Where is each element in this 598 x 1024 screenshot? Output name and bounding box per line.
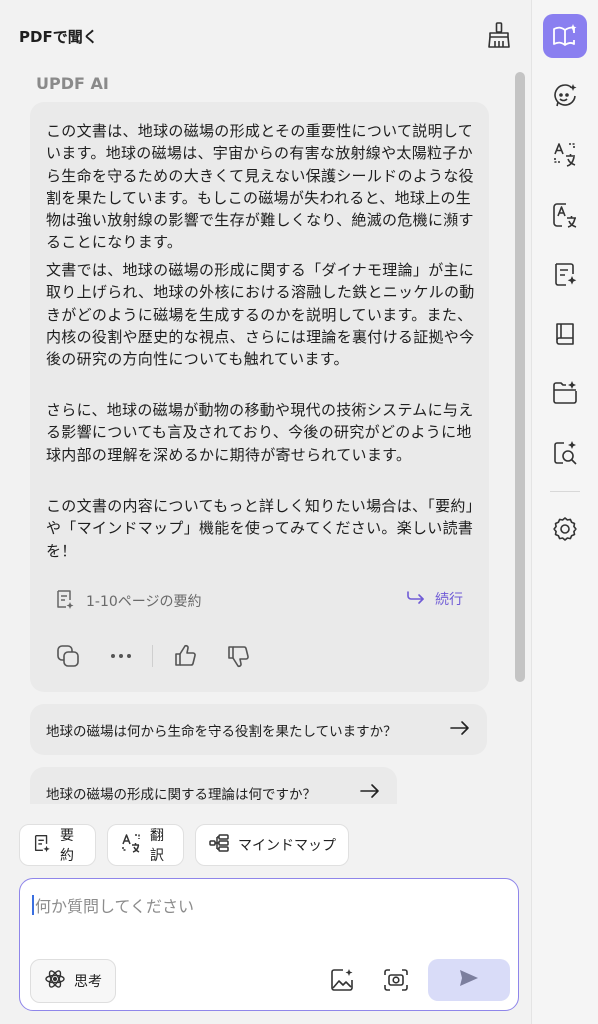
translate-button[interactable]: 翻訳	[107, 824, 184, 866]
question-input[interactable]: 何か質問してください 思考	[19, 878, 519, 1011]
continue-button[interactable]: 続行	[405, 588, 463, 610]
send-button[interactable]	[428, 959, 510, 1001]
suggested-question[interactable]: 地球の磁場は何から生命を守る役割を果たしていますか？	[30, 704, 487, 755]
settings-icon[interactable]	[543, 507, 587, 551]
summary-icon[interactable]	[543, 252, 587, 296]
thumbs-up-icon[interactable]	[171, 642, 199, 670]
think-label: 思考	[74, 974, 102, 990]
tool-rail	[531, 0, 598, 1024]
book-icon[interactable]	[543, 312, 587, 356]
message-paragraph: この文書は、地球の磁場の形成とその重要性について説明しています。地球の磁場は、宇…	[46, 122, 474, 252]
mindmap-icon	[208, 832, 230, 858]
translate-icon	[120, 832, 142, 858]
summary-link[interactable]: 1-10ページの要約	[54, 588, 202, 614]
question-input-field[interactable]: 何か質問してください	[32, 893, 194, 917]
book-sparkle-icon[interactable]	[543, 14, 587, 58]
mindmap-button[interactable]: マインドマップ	[195, 824, 349, 866]
ai-name: UPDF AI	[36, 74, 109, 93]
atom-icon	[44, 968, 66, 994]
summary-label: 1-10ページの要約	[86, 594, 202, 610]
arrow-right-icon	[449, 720, 471, 740]
send-icon	[459, 969, 479, 991]
continue-arrow-icon	[405, 588, 427, 610]
message-paragraph: さらに、地球の磁場が動物の移動や現代の技術システムに与える影響についても言及され…	[46, 401, 474, 464]
summarize-button[interactable]: 要約	[19, 824, 96, 866]
folder-sparkle-icon[interactable]	[543, 371, 587, 415]
think-button[interactable]: 思考	[30, 959, 116, 1003]
message-paragraph: この文書の内容についてもっと詳しく知りたい場合は、「要約」や「マインドマップ」機…	[46, 497, 474, 560]
translate-label: 翻訳	[150, 828, 164, 864]
text-caret	[32, 895, 34, 915]
more-icon[interactable]	[107, 642, 135, 670]
copy-icon[interactable]	[54, 642, 82, 670]
image-sparkle-icon[interactable]	[329, 967, 355, 997]
scrollbar-thumb[interactable]	[515, 72, 525, 682]
suggested-question-text: 地球の磁場は何から生命を守る役割を果たしていますか？	[46, 723, 397, 740]
translate-icon[interactable]	[543, 133, 587, 177]
search-doc-icon[interactable]	[543, 431, 587, 475]
chat-scroll-area[interactable]: UPDF AI この文書は、地球の磁場の形成とその重要性について説明しています。…	[0, 62, 530, 804]
camera-icon[interactable]	[382, 967, 410, 997]
mindmap-label: マインドマップ	[238, 838, 336, 854]
translate-box-icon[interactable]	[543, 193, 587, 237]
arrow-right-icon	[359, 783, 381, 803]
continue-label: 続行	[435, 592, 463, 608]
summary-icon	[54, 588, 76, 614]
rail-divider	[550, 491, 580, 492]
suggested-question-text: 地球の磁場の形成に関する理論は何ですか？	[46, 786, 316, 803]
suggested-question[interactable]: 地球の磁場の形成に関する理論は何ですか？	[30, 767, 397, 804]
broom-icon[interactable]	[484, 20, 514, 50]
summarize-label: 要約	[60, 828, 74, 864]
divider	[152, 645, 153, 667]
input-placeholder: 何か質問してください	[35, 897, 195, 916]
chat-face-icon[interactable]	[543, 74, 587, 118]
summary-icon	[32, 833, 52, 857]
message-paragraph: 文書では、地球の磁場の形成に関する「ダイナモ理論」が主に取り上げられ、地球の外核…	[46, 261, 475, 369]
message-actions	[54, 642, 277, 670]
panel-title: PDFで聞く	[19, 28, 98, 46]
thumbs-down-icon[interactable]	[224, 642, 252, 670]
ai-message-bubble: この文書は、地球の磁場の形成とその重要性について説明しています。地球の磁場は、宇…	[30, 102, 489, 692]
